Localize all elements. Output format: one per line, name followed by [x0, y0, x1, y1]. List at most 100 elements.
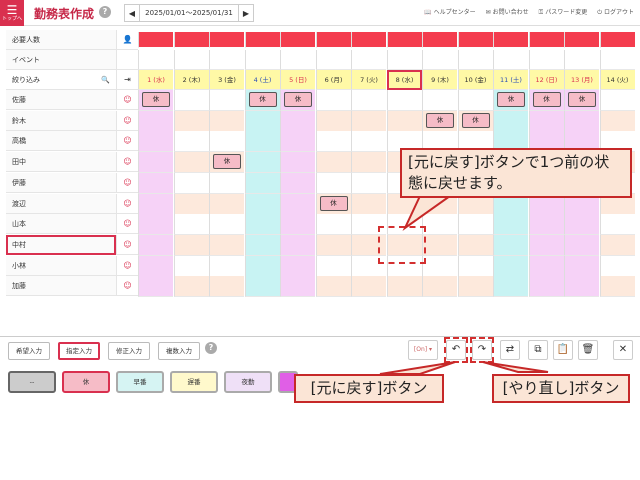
shift-cell[interactable] [244, 131, 280, 153]
shift-cell[interactable] [138, 131, 173, 153]
shift-cell[interactable] [315, 172, 351, 194]
shift-cell[interactable] [209, 110, 244, 132]
shift-cell[interactable] [280, 152, 315, 174]
day-header[interactable]: 11 (土) [493, 70, 528, 90]
shift-cell[interactable] [528, 214, 564, 236]
shift-blank-button[interactable]: -- [8, 371, 56, 393]
shift-cell[interactable] [209, 172, 244, 194]
day-off-badge[interactable]: 休 [532, 92, 561, 107]
shift-cell[interactable] [138, 255, 173, 277]
face-icon[interactable]: ☺ [116, 90, 138, 110]
day-off-badge[interactable]: 休 [426, 112, 454, 128]
designate-input-button[interactable]: 指定入力 [58, 342, 100, 360]
required-count-cell[interactable] [564, 32, 599, 48]
contact-link[interactable]: ✉ お問い合わせ [486, 7, 529, 17]
shift-cell[interactable] [457, 255, 493, 277]
face-icon[interactable]: ☺ [116, 110, 138, 131]
shift-cell[interactable] [493, 255, 528, 277]
shift-cell[interactable] [138, 193, 173, 215]
staff-name[interactable]: 山本 [6, 214, 116, 235]
required-count-cell[interactable] [138, 32, 173, 48]
shift-cell[interactable] [422, 90, 457, 111]
shift-cell[interactable] [244, 214, 280, 236]
shift-cell[interactable] [138, 172, 173, 194]
shift-cell[interactable] [280, 172, 315, 194]
staff-name[interactable]: 佐藤 [6, 90, 116, 110]
shift-cell[interactable] [422, 214, 457, 236]
event-cell[interactable] [209, 50, 244, 70]
day-off-badge[interactable]: 休 [248, 92, 277, 107]
shift-cell[interactable] [173, 152, 209, 174]
required-count-cell[interactable] [528, 32, 564, 48]
shift-cell[interactable] [599, 110, 635, 132]
wish-input-button[interactable]: 希望入力 [8, 342, 50, 360]
shift-cell[interactable] [564, 234, 599, 256]
shift-cell[interactable] [280, 214, 315, 236]
shift-cell[interactable] [351, 131, 386, 153]
shift-cell[interactable] [173, 276, 209, 298]
shift-cell[interactable] [138, 234, 173, 256]
shift-cell[interactable] [457, 276, 493, 298]
face-icon[interactable]: ☺ [116, 172, 138, 193]
shift-cell[interactable] [173, 214, 209, 236]
shift-cell[interactable] [244, 255, 280, 277]
shift-cell[interactable]: 休 [280, 90, 315, 111]
shift-cell[interactable]: 休 [244, 90, 280, 111]
shift-cell[interactable] [528, 255, 564, 277]
required-count-cell[interactable] [422, 32, 457, 48]
mode-help-icon[interactable]: ? [205, 342, 217, 354]
shift-cell[interactable] [422, 276, 457, 298]
event-cell[interactable] [315, 50, 351, 70]
shift-cell[interactable] [138, 276, 173, 298]
shift-cell[interactable] [173, 193, 209, 215]
day-off-badge[interactable]: 休 [142, 92, 170, 107]
shift-cell[interactable] [173, 234, 209, 256]
shift-cell[interactable] [493, 234, 528, 256]
shift-cell[interactable] [315, 276, 351, 298]
day-header[interactable]: 14 (火) [599, 70, 635, 90]
shift-cell[interactable] [280, 234, 315, 256]
event-cell[interactable] [351, 50, 386, 70]
shift-cell[interactable] [244, 276, 280, 298]
required-count-cell[interactable] [280, 32, 315, 48]
shift-cell[interactable] [315, 214, 351, 236]
event-cell[interactable] [422, 50, 457, 70]
shift-cell[interactable]: 休 [457, 110, 493, 132]
day-header[interactable]: 9 (木) [422, 70, 457, 90]
shift-cell[interactable] [564, 255, 599, 277]
required-count-cell[interactable] [209, 32, 244, 48]
shift-cell[interactable] [209, 255, 244, 277]
event-cell[interactable] [386, 50, 422, 70]
multi-input-button[interactable]: 複数入力 [158, 342, 200, 360]
day-header[interactable]: 12 (日) [528, 70, 564, 90]
shift-cell[interactable] [457, 90, 493, 111]
shift-cell[interactable] [280, 193, 315, 215]
paste-icon[interactable]: 📋 [553, 340, 573, 360]
filter-input[interactable]: 絞り込み 🔍 [6, 70, 116, 90]
shift-cell[interactable] [599, 276, 635, 298]
day-header[interactable]: 7 (火) [351, 70, 386, 90]
shift-cell[interactable] [457, 234, 493, 256]
shift-cell[interactable] [244, 152, 280, 174]
swap-icon[interactable]: ⇄ [500, 340, 520, 360]
shift-cell[interactable] [599, 90, 635, 111]
shift-cell[interactable] [457, 214, 493, 236]
shift-cell[interactable] [351, 276, 386, 298]
day-header[interactable]: 13 (月) [564, 70, 599, 90]
shift-cell[interactable] [209, 214, 244, 236]
staff-name[interactable]: 中村 [6, 234, 116, 255]
shift-cell[interactable] [315, 152, 351, 174]
face-icon[interactable]: ☺ [116, 234, 138, 255]
export-icon[interactable]: ⇥ [116, 70, 138, 90]
shift-cell[interactable]: 休 [138, 90, 173, 111]
event-cell[interactable] [244, 50, 280, 70]
shift-early-button[interactable]: 早番 [116, 371, 164, 393]
event-cell[interactable] [280, 50, 315, 70]
required-count-cell[interactable] [599, 32, 635, 48]
copy-icon[interactable]: ⧉ [528, 340, 548, 360]
shift-cell[interactable] [351, 172, 386, 194]
shift-cell[interactable] [564, 276, 599, 298]
correction-input-button[interactable]: 修正入力 [108, 342, 150, 360]
staff-name[interactable]: 高橋 [6, 131, 116, 152]
face-icon[interactable]: ☺ [116, 276, 138, 297]
